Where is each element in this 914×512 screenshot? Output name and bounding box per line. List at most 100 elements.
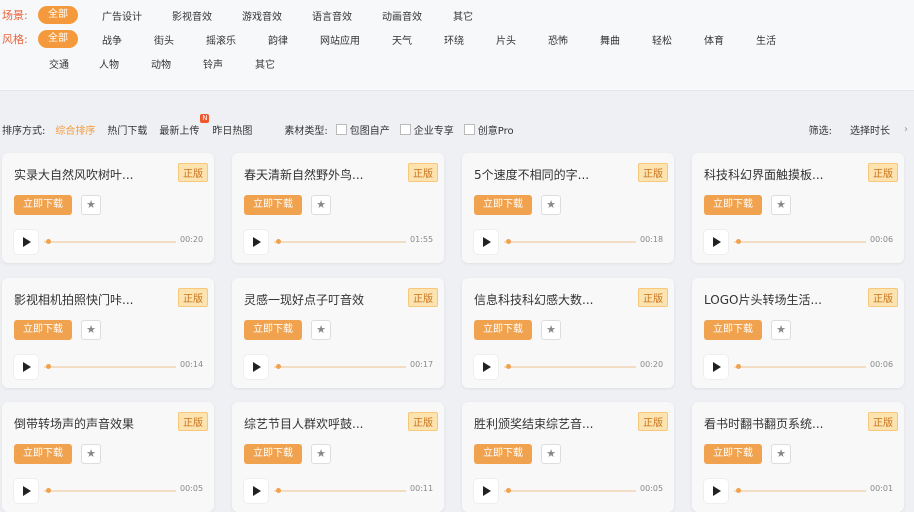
- play-button[interactable]: [704, 355, 728, 379]
- download-button[interactable]: 立即下载: [474, 320, 532, 340]
- download-button[interactable]: 立即下载: [14, 320, 72, 340]
- scene-option[interactable]: 其它: [453, 8, 473, 23]
- star-icon[interactable]: ★: [311, 320, 331, 340]
- progress-handle[interactable]: [46, 488, 51, 493]
- progress-track[interactable]: [734, 366, 866, 368]
- progress-track[interactable]: [44, 366, 176, 368]
- star-icon[interactable]: ★: [81, 320, 101, 340]
- style-option[interactable]: 交通: [49, 56, 69, 71]
- progress-handle[interactable]: [736, 364, 741, 369]
- download-button[interactable]: 立即下载: [244, 195, 302, 215]
- scene-option[interactable]: 游戏音效: [242, 8, 282, 23]
- progress-handle[interactable]: [276, 488, 281, 493]
- progress-track[interactable]: [504, 366, 636, 368]
- progress-track[interactable]: [274, 366, 406, 368]
- card-title[interactable]: 灵感一现好点子叮音效: [244, 291, 364, 308]
- star-icon[interactable]: ★: [771, 195, 791, 215]
- style-option[interactable]: 体育: [704, 32, 724, 47]
- style-option[interactable]: 其它: [255, 56, 275, 71]
- sort-option-hot[interactable]: 热门下载: [107, 122, 147, 137]
- card-title[interactable]: 影视相机拍照快门咔...: [14, 291, 133, 308]
- star-icon[interactable]: ★: [541, 195, 561, 215]
- style-option[interactable]: 舞曲: [600, 32, 620, 47]
- sort-option-comprehensive[interactable]: 综合排序: [55, 122, 95, 137]
- card-title[interactable]: 信息科技科幻感大数...: [474, 291, 593, 308]
- style-all-chip[interactable]: 全部: [38, 30, 78, 48]
- duration-select[interactable]: 选择时长: [850, 122, 890, 137]
- download-button[interactable]: 立即下载: [704, 320, 762, 340]
- play-button[interactable]: [14, 230, 38, 254]
- progress-handle[interactable]: [506, 364, 511, 369]
- card-title[interactable]: 胜利颁奖结束综艺音...: [474, 415, 593, 432]
- progress-track[interactable]: [274, 490, 406, 492]
- download-button[interactable]: 立即下载: [474, 195, 532, 215]
- progress-track[interactable]: [734, 490, 866, 492]
- progress-track[interactable]: [274, 241, 406, 243]
- download-button[interactable]: 立即下载: [474, 444, 532, 464]
- download-button[interactable]: 立即下载: [14, 444, 72, 464]
- star-icon[interactable]: ★: [81, 195, 101, 215]
- progress-handle[interactable]: [46, 239, 51, 244]
- card-title[interactable]: LOGO片头转场生活...: [704, 291, 822, 308]
- audio-card[interactable]: 春天清新自然野外鸟... 正版 立即下载 ★ 01:55: [232, 153, 444, 263]
- download-button[interactable]: 立即下载: [244, 320, 302, 340]
- progress-handle[interactable]: [506, 488, 511, 493]
- progress-handle[interactable]: [276, 239, 281, 244]
- style-option[interactable]: 动物: [151, 56, 171, 71]
- play-button[interactable]: [14, 355, 38, 379]
- play-button[interactable]: [474, 355, 498, 379]
- audio-card[interactable]: 科技科幻界面触摸板... 正版 立即下载 ★ 00:06: [692, 153, 904, 263]
- card-title[interactable]: 实录大自然风吹树叶...: [14, 166, 133, 183]
- sort-option-newest[interactable]: 最新上传 N: [159, 113, 210, 137]
- progress-track[interactable]: [504, 490, 636, 492]
- card-title[interactable]: 倒带转场声的声音效果: [14, 415, 134, 432]
- audio-card[interactable]: 综艺节目人群欢呼鼓... 正版 立即下载 ★ 00:11: [232, 402, 444, 512]
- audio-card[interactable]: 信息科技科幻感大数... 正版 立即下载 ★ 00:20: [462, 278, 674, 388]
- audio-card[interactable]: 灵感一现好点子叮音效 正版 立即下载 ★ 00:17: [232, 278, 444, 388]
- play-button[interactable]: [704, 479, 728, 503]
- card-title[interactable]: 春天清新自然野外鸟...: [244, 166, 363, 183]
- style-option[interactable]: 人物: [99, 56, 119, 71]
- play-button[interactable]: [244, 230, 268, 254]
- star-icon[interactable]: ★: [541, 320, 561, 340]
- audio-card[interactable]: 实录大自然风吹树叶... 正版 立即下载 ★ 00:20: [2, 153, 214, 263]
- audio-card[interactable]: 倒带转场声的声音效果 正版 立即下载 ★ 00:05: [2, 402, 214, 512]
- scene-option[interactable]: 动画音效: [382, 8, 422, 23]
- style-option[interactable]: 天气: [392, 32, 412, 47]
- download-button[interactable]: 立即下载: [14, 195, 72, 215]
- audio-card[interactable]: 看书时翻书翻页系统... 正版 立即下载 ★ 00:01: [692, 402, 904, 512]
- style-option[interactable]: 片头: [496, 32, 516, 47]
- scene-all-chip[interactable]: 全部: [38, 6, 78, 24]
- audio-card[interactable]: 影视相机拍照快门咔... 正版 立即下载 ★ 00:14: [2, 278, 214, 388]
- play-button[interactable]: [244, 355, 268, 379]
- card-title[interactable]: 5个速度不相同的字...: [474, 166, 589, 183]
- style-option[interactable]: 街头: [154, 32, 174, 47]
- star-icon[interactable]: ★: [81, 444, 101, 464]
- style-option[interactable]: 韵律: [268, 32, 288, 47]
- progress-track[interactable]: [734, 241, 866, 243]
- sort-option-yesterday[interactable]: 昨日热图: [212, 122, 252, 137]
- progress-track[interactable]: [504, 241, 636, 243]
- scene-option[interactable]: 语言音效: [312, 8, 352, 23]
- style-option[interactable]: 网站应用: [320, 32, 360, 47]
- style-option[interactable]: 恐怖: [548, 32, 568, 47]
- type-checkbox-3[interactable]: 创意Pro: [463, 122, 514, 137]
- audio-card[interactable]: 胜利颁奖结束综艺音... 正版 立即下载 ★ 00:05: [462, 402, 674, 512]
- star-icon[interactable]: ★: [771, 444, 791, 464]
- style-option[interactable]: 摇滚乐: [206, 32, 236, 47]
- card-title[interactable]: 科技科幻界面触摸板...: [704, 166, 823, 183]
- download-button[interactable]: 立即下载: [704, 195, 762, 215]
- type-checkbox-1[interactable]: 包图自产: [335, 122, 390, 137]
- style-option[interactable]: 战争: [102, 32, 122, 47]
- style-option[interactable]: 轻松: [652, 32, 672, 47]
- play-button[interactable]: [474, 230, 498, 254]
- progress-handle[interactable]: [46, 364, 51, 369]
- play-button[interactable]: [244, 479, 268, 503]
- download-button[interactable]: 立即下载: [704, 444, 762, 464]
- play-button[interactable]: [14, 479, 38, 503]
- scene-option[interactable]: 影视音效: [172, 8, 212, 23]
- progress-handle[interactable]: [506, 239, 511, 244]
- star-icon[interactable]: ★: [771, 320, 791, 340]
- play-button[interactable]: [474, 479, 498, 503]
- card-title[interactable]: 综艺节目人群欢呼鼓...: [244, 415, 363, 432]
